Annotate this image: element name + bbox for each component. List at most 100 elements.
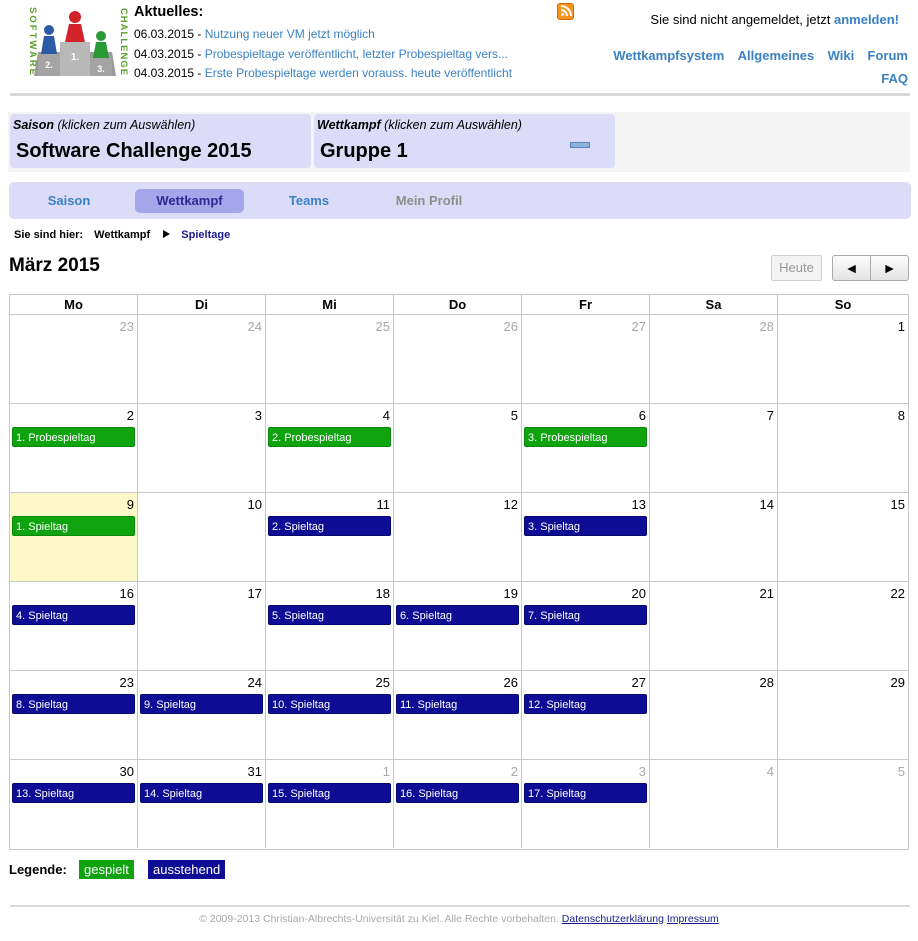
tab-teams[interactable]: Teams — [264, 189, 354, 213]
nav-wiki[interactable]: Wiki — [828, 44, 855, 67]
arrow-left-icon: ◄ — [844, 260, 859, 276]
calendar-day-cell[interactable]: 7 — [650, 404, 778, 493]
calendar-day-cell[interactable]: 25 10. Spieltag — [266, 671, 394, 760]
calendar-day-cell[interactable]: 4 2. Probespieltag — [266, 404, 394, 493]
calendar-day-cell[interactable]: 10 — [138, 493, 266, 582]
day-number: 25 — [375, 675, 390, 690]
calendar-day-cell[interactable]: 22 — [778, 582, 908, 671]
calendar-event[interactable]: 11. Spieltag — [396, 694, 519, 714]
calendar-day-cell[interactable]: 19 6. Spieltag — [394, 582, 522, 671]
calendar-day-cell[interactable]: 1 15. Spieltag — [266, 760, 394, 848]
calendar-event[interactable]: 12. Spieltag — [524, 694, 647, 714]
calendar-day-cell[interactable]: 6 3. Probespieltag — [522, 404, 650, 493]
calendar-day-cell[interactable]: 15 — [778, 493, 908, 582]
day-number: 3 — [638, 764, 646, 779]
calendar-day-cell[interactable]: 24 — [138, 315, 266, 404]
calendar-event[interactable]: 2. Probespieltag — [268, 427, 391, 447]
tab-saison[interactable]: Saison — [25, 189, 113, 213]
day-number: 19 — [503, 586, 518, 601]
calendar-day-cell[interactable]: 28 — [650, 315, 778, 404]
calendar-day-cell[interactable]: 3 — [138, 404, 266, 493]
calendar-day-cell[interactable]: 24 9. Spieltag — [138, 671, 266, 760]
calendar-event[interactable]: 13. Spieltag — [12, 783, 135, 803]
calendar-day-cell[interactable]: 2 1. Probespieltag — [10, 404, 138, 493]
next-month-button[interactable]: ► — [870, 255, 909, 281]
calendar-day-cell[interactable]: 20 7. Spieltag — [522, 582, 650, 671]
footer-link-datenschutz[interactable]: Datenschutzerklärung — [562, 913, 664, 925]
calendar-event[interactable]: 1. Probespieltag — [12, 427, 135, 447]
day-number: 16 — [119, 586, 134, 601]
calendar-event[interactable]: 5. Spieltag — [268, 605, 391, 625]
calendar-day-cell[interactable]: 16 4. Spieltag — [10, 582, 138, 671]
wettkampf-value: Gruppe 1 — [320, 140, 408, 162]
prev-month-button[interactable]: ◄ — [832, 255, 871, 281]
calendar-day-cell[interactable]: 27 — [522, 315, 650, 404]
news-item: 04.03.2015 - Probespieltage veröffentlic… — [134, 46, 509, 61]
nav-forum[interactable]: Forum — [868, 44, 908, 67]
calendar-day-cell[interactable]: 1 — [778, 315, 908, 404]
calendar-day-cell[interactable]: 4 — [650, 760, 778, 848]
calendar-day-cell[interactable]: 26 11. Spieltag — [394, 671, 522, 760]
calendar-day-cell[interactable]: 25 — [266, 315, 394, 404]
breadcrumb-item-wettkampf[interactable]: Wettkampf — [94, 229, 150, 241]
calendar-event[interactable]: 8. Spieltag — [12, 694, 135, 714]
login-text: Sie sind nicht angemeldet, jetzt — [650, 12, 831, 27]
calendar-day-cell[interactable]: 17 — [138, 582, 266, 671]
dropdown-toggle-icon[interactable] — [570, 142, 590, 148]
rss-feed-icon[interactable] — [557, 3, 574, 20]
calendar-day-cell[interactable]: 29 — [778, 671, 908, 760]
calendar-day-cell[interactable]: 26 — [394, 315, 522, 404]
news-date: 04.03.2015 — [134, 66, 195, 80]
tab-wettkampf[interactable]: Wettkampf — [135, 189, 244, 213]
day-number: 17 — [247, 586, 262, 601]
footer-link-impressum[interactable]: Impressum — [667, 913, 719, 925]
day-number: 14 — [759, 497, 774, 512]
calendar-event[interactable]: 3. Spieltag — [524, 516, 647, 536]
nav-faq[interactable]: FAQ — [881, 67, 908, 90]
calendar-event[interactable]: 6. Spieltag — [396, 605, 519, 625]
calendar-event[interactable]: 4. Spieltag — [12, 605, 135, 625]
nav-allgemeines[interactable]: Allgemeines — [738, 44, 815, 67]
calendar-day-cell[interactable]: 8 — [778, 404, 908, 493]
calendar-day-cell[interactable]: 18 5. Spieltag — [266, 582, 394, 671]
calendar-event[interactable]: 9. Spieltag — [140, 694, 263, 714]
calendar-day-cell[interactable]: 23 — [10, 315, 138, 404]
calendar-day-cell[interactable]: 5 — [778, 760, 908, 848]
calendar-day-cell[interactable]: 13 3. Spieltag — [522, 493, 650, 582]
calendar-day-cell[interactable]: 3 17. Spieltag — [522, 760, 650, 848]
news-link[interactable]: Probespieltage veröffentlicht, letzter P… — [205, 47, 508, 61]
calendar-event[interactable]: 2. Spieltag — [268, 516, 391, 536]
calendar-day-cell[interactable]: 23 8. Spieltag — [10, 671, 138, 760]
day-number: 5 — [510, 408, 518, 423]
calendar-event[interactable]: 17. Spieltag — [524, 783, 647, 803]
wettkampf-selector[interactable]: Wettkampf (klicken zum Auswählen) Gruppe… — [314, 114, 615, 168]
calendar-day-cell[interactable]: 5 — [394, 404, 522, 493]
calendar-event[interactable]: 15. Spieltag — [268, 783, 391, 803]
today-button[interactable]: Heute — [771, 255, 822, 281]
calendar-day-cell[interactable]: 21 — [650, 582, 778, 671]
calendar-day-cell[interactable]: 14 — [650, 493, 778, 582]
software-challenge-logo[interactable]: SOFTWARE CHALLENGE 1. 2. 3. — [20, 4, 130, 80]
calendar-event[interactable]: 3. Probespieltag — [524, 427, 647, 447]
calendar-event[interactable]: 14. Spieltag — [140, 783, 263, 803]
calendar-event[interactable]: 10. Spieltag — [268, 694, 391, 714]
calendar-day-cell[interactable]: 30 13. Spieltag — [10, 760, 138, 848]
news-link[interactable]: Nutzung neuer VM jetzt möglich — [205, 27, 375, 41]
nav-wettkampfsystem[interactable]: Wettkampfsystem — [613, 44, 724, 67]
calendar-day-cell[interactable]: 11 2. Spieltag — [266, 493, 394, 582]
calendar-day-cell[interactable]: 9 1. Spieltag — [10, 493, 138, 582]
calendar-day-cell[interactable]: 27 12. Spieltag — [522, 671, 650, 760]
weekday-header: Sa — [650, 295, 778, 315]
calendar-day-cell[interactable]: 12 — [394, 493, 522, 582]
calendar-event[interactable]: 16. Spieltag — [396, 783, 519, 803]
login-link[interactable]: anmelden! — [834, 12, 899, 27]
news-link[interactable]: Erste Probespieltage werden vorauss. heu… — [205, 66, 512, 80]
calendar-day-cell[interactable]: 28 — [650, 671, 778, 760]
calendar-day-cell[interactable]: 31 14. Spieltag — [138, 760, 266, 848]
saison-selector[interactable]: Saison (klicken zum Auswählen) Software … — [10, 114, 311, 168]
news-item: 06.03.2015 - Nutzung neuer VM jetzt mögl… — [134, 27, 375, 41]
calendar-event[interactable]: 1. Spieltag — [12, 516, 135, 536]
login-status: Sie sind nicht angemeldet, jetzt anmelde… — [650, 12, 899, 27]
calendar-day-cell[interactable]: 2 16. Spieltag — [394, 760, 522, 848]
calendar-event[interactable]: 7. Spieltag — [524, 605, 647, 625]
